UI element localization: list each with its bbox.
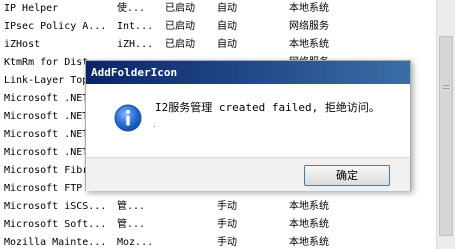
service-name: Microsoft Soft... [4, 219, 106, 230]
dialog-title[interactable]: AddFolderIcon [86, 61, 410, 84]
service-row[interactable]: iZHost iZH... 已启动 自动 本地系统 [0, 36, 436, 54]
service-row[interactable]: IP Helper 使... 已启动 自动 本地系统 [0, 0, 436, 18]
dialog-body: I2服务管理 created failed, 拒绝访问。 · [86, 84, 410, 157]
service-status [165, 198, 211, 216]
scrollbar-thumb[interactable] [439, 36, 453, 236]
message-dialog: AddFolderIcon I2服务管理 created failed, 拒绝访… [85, 60, 411, 191]
service-startup: 手动 [217, 219, 237, 230]
service-row[interactable]: IPsec Policy A... Int... 已启动 自动 网络服务 [0, 18, 436, 36]
service-startup: 手动 [217, 201, 237, 212]
service-logon: 本地系统 [289, 237, 329, 248]
service-status [165, 216, 211, 234]
message-dot: · [152, 122, 157, 131]
service-row[interactable]: Microsoft iSCS... 管... 手动 本地系统 [0, 198, 436, 216]
service-desc: Moz... [117, 237, 154, 248]
service-status: 已启动 [165, 39, 195, 50]
service-logon: 本地系统 [289, 219, 329, 230]
service-logon: 本地系统 [289, 201, 329, 212]
service-row[interactable]: Mozilla Mainte... Moz... 手动 本地系统 [0, 234, 436, 252]
dialog-footer: 确定 [86, 157, 410, 191]
service-startup: 自动 [217, 21, 237, 32]
service-desc: 管... [117, 219, 146, 230]
service-startup: 自动 [217, 39, 237, 50]
service-logon: 本地系统 [289, 3, 329, 14]
service-status: 已启动 [165, 21, 195, 32]
service-desc: iZH... [117, 39, 154, 50]
service-name: IPsec Policy A... [4, 21, 106, 32]
ok-button[interactable]: 确定 [304, 165, 390, 186]
service-logon: 网络服务 [289, 21, 329, 32]
service-startup: 自动 [217, 3, 237, 14]
service-status [165, 234, 211, 252]
dialog-message: I2服务管理 created failed, 拒绝访问。 [155, 101, 380, 114]
service-logon: 本地系统 [289, 39, 329, 50]
service-name: IP Helper [4, 3, 59, 14]
service-desc: Int... [117, 21, 154, 32]
service-name: iZHost [4, 39, 41, 50]
info-icon [114, 104, 142, 132]
service-row[interactable]: Microsoft Soft... 管... 手动 本地系统 [0, 216, 436, 234]
service-desc: 管... [117, 201, 146, 212]
service-startup: 手动 [217, 237, 237, 248]
service-name: Microsoft iSCS... [4, 201, 106, 212]
vertical-scrollbar[interactable] [436, 0, 455, 249]
service-status: 已启动 [165, 3, 195, 14]
service-name: Mozilla Mainte... [4, 237, 106, 248]
service-desc: 使... [117, 3, 146, 14]
